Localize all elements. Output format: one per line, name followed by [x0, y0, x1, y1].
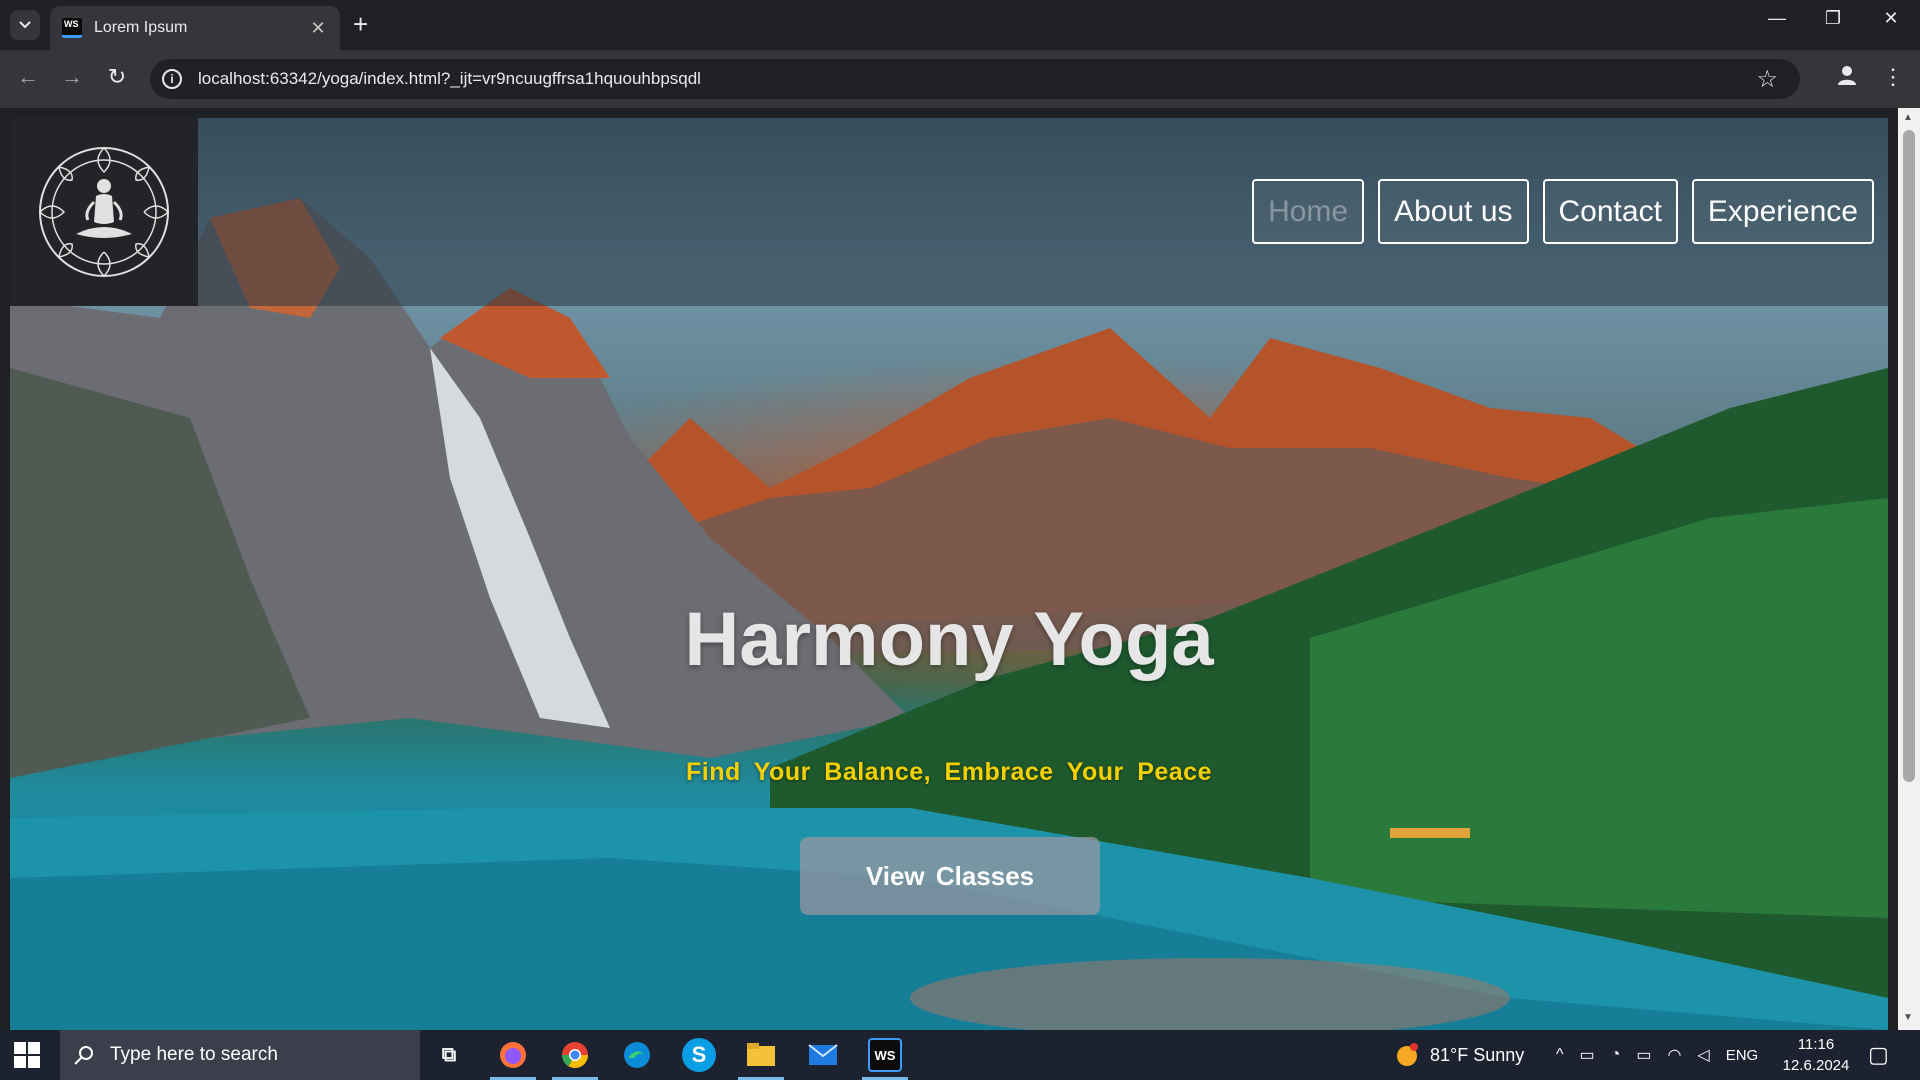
main-nav: Home About us Contact Experience — [1252, 179, 1874, 244]
chrome-icon[interactable] — [558, 1038, 592, 1072]
browser-tab[interactable]: WS Lorem Ipsum ✕ — [50, 6, 340, 50]
tab-search-icon[interactable] — [10, 10, 40, 40]
scroll-up-icon[interactable]: ▲ — [1903, 112, 1913, 123]
restore-icon[interactable]: ❐ — [1818, 8, 1848, 29]
new-tab-icon[interactable]: + — [353, 11, 368, 37]
clock-time: 11:16 — [1797, 1036, 1835, 1053]
taskbar-search-placeholder: Type here to search — [110, 1044, 278, 1065]
url-text[interactable]: localhost:63342/yoga/index.html?_ijt=vr9… — [198, 69, 1756, 89]
browser-toolbar: ← → ↻ i localhost:63342/yoga/index.html?… — [0, 50, 1920, 108]
webstorm-favicon-icon: WS — [62, 18, 82, 38]
volume-icon[interactable]: ◁ — [1697, 1045, 1709, 1065]
nav-experience[interactable]: Experience — [1691, 179, 1874, 244]
close-icon[interactable]: ✕ — [308, 18, 328, 39]
wifi-icon[interactable]: ◠ — [1667, 1045, 1681, 1065]
reload-icon[interactable]: ↻ — [102, 64, 132, 90]
notifications-icon[interactable]: ▢ — [1868, 1030, 1889, 1080]
bookmark-star-icon[interactable]: ☆ — [1756, 65, 1778, 94]
system-tray: ^ ▭ ◔ ▭ ◠ ◁ ENG — [1556, 1030, 1758, 1080]
site-logo[interactable] — [10, 118, 198, 306]
browser-tab-bar: WS Lorem Ipsum ✕ + — ❐ ✕ — [0, 0, 1920, 50]
nav-home[interactable]: Home — [1252, 179, 1365, 244]
hero-tagline: Find Your Balance, Embrace Your Peace — [685, 758, 1212, 786]
windows-taskbar: Type here to search ⧉ S WS 81°F Sunny ^ … — [0, 1030, 1920, 1080]
profile-icon[interactable] — [1832, 64, 1862, 92]
clock[interactable]: 11:16 12.6.2024 — [1776, 1034, 1856, 1076]
skype-icon[interactable]: S — [682, 1038, 716, 1072]
nav-about-us[interactable]: About us — [1378, 179, 1529, 244]
tab-title: Lorem Ipsum — [94, 19, 188, 36]
language-indicator[interactable]: ENG — [1726, 1047, 1759, 1064]
lotus-meditation-logo-icon — [39, 147, 170, 278]
page-viewport: Home About us Contact Experience Harmony… — [10, 118, 1888, 1030]
page-scrollbar[interactable]: ▲ ▼ — [1898, 108, 1920, 1030]
taskbar-search[interactable]: Type here to search — [60, 1030, 420, 1080]
clock-date: 12.6.2024 — [1782, 1057, 1850, 1074]
window-close-icon[interactable]: ✕ — [1876, 8, 1906, 29]
battery-icon[interactable]: ▭ — [1636, 1045, 1651, 1065]
network-icon[interactable]: ◔ — [1611, 1046, 1621, 1064]
windows-start-icon[interactable] — [14, 1042, 40, 1068]
file-explorer-icon[interactable] — [744, 1038, 778, 1072]
meet-now-icon[interactable]: ▭ — [1580, 1045, 1595, 1065]
webstorm-icon[interactable]: WS — [868, 1038, 902, 1072]
hero-title: Harmony Yoga — [684, 597, 1214, 682]
edge-icon[interactable] — [620, 1038, 654, 1072]
site-info-icon[interactable]: i — [162, 69, 182, 89]
scroll-down-icon[interactable]: ▼ — [1903, 1012, 1913, 1023]
scroll-thumb[interactable] — [1903, 130, 1915, 782]
weather-widget[interactable]: 81°F Sunny — [1394, 1030, 1524, 1080]
forward-icon[interactable]: → — [57, 64, 87, 90]
back-icon[interactable]: ← — [13, 64, 43, 90]
chevron-up-icon[interactable]: ^ — [1556, 1046, 1564, 1064]
sun-icon — [1397, 1043, 1418, 1066]
mail-icon[interactable] — [806, 1038, 840, 1072]
weather-text: 81°F Sunny — [1430, 1044, 1525, 1065]
address-bar[interactable]: i localhost:63342/yoga/index.html?_ijt=v… — [150, 59, 1800, 99]
task-view-icon[interactable]: ⧉ — [432, 1038, 466, 1072]
search-icon — [74, 1046, 93, 1065]
menu-icon[interactable]: ⋮ — [1878, 64, 1908, 90]
nav-contact[interactable]: Contact — [1542, 179, 1678, 244]
view-classes-button[interactable]: View Classes — [800, 837, 1100, 915]
minimize-icon[interactable]: — — [1762, 8, 1792, 29]
firefox-icon[interactable] — [496, 1038, 530, 1072]
